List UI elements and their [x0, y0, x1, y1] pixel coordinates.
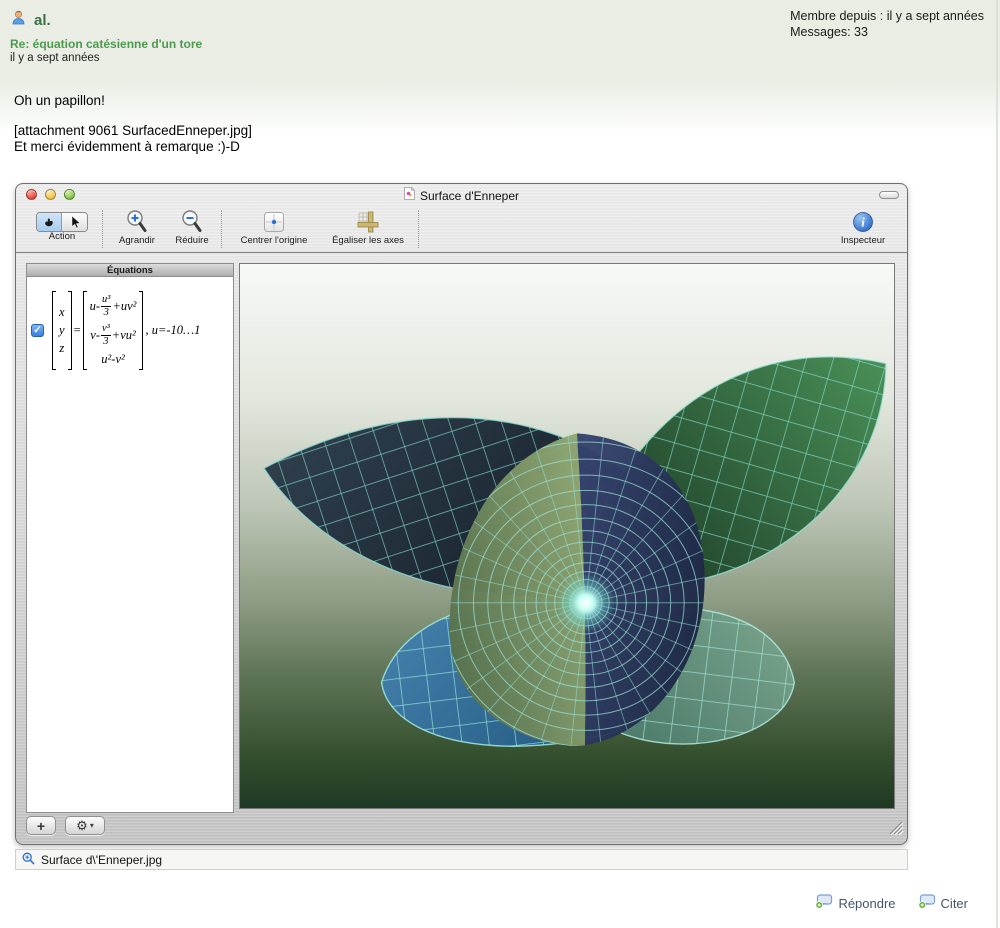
attachment-caption-text: Surface d\'Enneper.jpg [41, 853, 162, 867]
body-gap [14, 109, 252, 123]
matrix-row-3: u²-v² [101, 352, 124, 367]
add-equation-button[interactable]: + [26, 816, 56, 835]
plot-canvas[interactable] [239, 263, 895, 809]
gear-menu-button[interactable]: ⚙ ▾ [65, 816, 105, 835]
inspector-button[interactable]: i Inspecteur [831, 208, 895, 252]
post-body: Oh un papillon! [attachment 9061 Surface… [14, 93, 252, 155]
window-title: Surface d'Enneper [420, 189, 519, 203]
zoom-in-button[interactable]: Agrandir [107, 208, 167, 252]
window-content: Équations ✓ x y z = [16, 253, 907, 844]
window-titlebar[interactable]: Surface d'Enneper [16, 184, 907, 206]
equations-panel-header: Équations [27, 264, 233, 277]
svg-text:i: i [861, 215, 865, 230]
center-glow [556, 573, 616, 633]
quote-bubble-icon [918, 894, 936, 912]
equalize-axes-label: Égaliser les axes [332, 235, 404, 246]
action-label: Action [49, 231, 75, 242]
equals-sign: = [74, 323, 81, 338]
zoom-in-icon [125, 208, 149, 236]
equations-panel: Équations ✓ x y z = [26, 263, 234, 813]
zoom-in-label: Agrandir [119, 235, 155, 246]
user-avatar-icon [10, 9, 27, 31]
chevron-down-icon: ▾ [90, 821, 94, 830]
author-name[interactable]: al. [34, 12, 51, 29]
grapher-window: Surface d'Enneper [15, 183, 908, 845]
magnifier-icon [22, 852, 35, 868]
center-origin-button[interactable]: Centrer l'origine [226, 208, 322, 252]
window-resize-grip[interactable] [884, 816, 904, 841]
center-origin-icon [263, 208, 285, 236]
author-row: al. [10, 9, 51, 31]
equalize-axes-icon [356, 208, 380, 236]
toolbar-pill-button[interactable] [879, 191, 899, 199]
reply-label: Répondre [838, 896, 895, 911]
post-actions: Répondre Citer [815, 894, 968, 912]
bracket-right [139, 291, 143, 370]
inspector-label: Inspecteur [841, 235, 885, 246]
equation-math: x y z = u-u³3+uv² v-v³3+vu² [52, 291, 200, 370]
equation-checkbox[interactable]: ✓ [31, 324, 44, 337]
domain-text: , u=-10…1 [145, 323, 200, 338]
reply-bubble-icon [815, 894, 833, 912]
toolbar: Action Agrandir [16, 206, 907, 253]
equation-row[interactable]: ✓ x y z = u-u³3+uv² [27, 277, 233, 370]
member-since: Membre depuis : il y a sept années [790, 8, 984, 24]
body-line-2: [attachment 9061 SurfacedEnneper.jpg] [14, 123, 252, 139]
equalize-axes-button[interactable]: Égaliser les axes [322, 208, 414, 252]
reply-button[interactable]: Répondre [815, 894, 895, 912]
page-right-border [996, 0, 998, 928]
attachment-caption-bar[interactable]: Surface d\'Enneper.jpg [15, 849, 908, 870]
toolbar-separator [418, 210, 419, 248]
enneper-surface-plot [240, 264, 894, 808]
forum-page: al. Re: équation catésienne d'un tore il… [0, 0, 1000, 928]
post-meta: Membre depuis : il y a sept années Messa… [790, 8, 984, 40]
body-line-1: Oh un papillon! [14, 93, 252, 109]
action-tool-group: Action [26, 208, 98, 252]
matrix-row-1: u-u³3+uv² [90, 294, 137, 318]
vector-xyz: x y z [56, 303, 68, 358]
vector-z: z [59, 341, 65, 356]
post-title-link[interactable]: Re: équation catésienne d'un tore [10, 37, 202, 51]
hand-tool-icon[interactable] [37, 213, 62, 231]
vector-y: y [59, 323, 65, 338]
matrix-row-2: v-v³3+vu² [90, 323, 136, 347]
vector-x: x [59, 305, 65, 320]
quote-button[interactable]: Citer [918, 894, 968, 912]
gear-icon: ⚙ [76, 818, 88, 834]
toolbar-separator [221, 210, 222, 248]
window-title-wrap: Surface d'Enneper [16, 187, 907, 205]
inspector-icon: i [852, 208, 874, 236]
bracket-right [68, 291, 72, 370]
center-origin-label: Centrer l'origine [241, 235, 308, 246]
document-icon [404, 187, 415, 205]
matrix-rows: u-u³3+uv² v-v³3+vu² u²-v² [87, 291, 140, 370]
zoom-out-label: Réduire [175, 235, 208, 246]
zoom-out-icon [180, 208, 204, 236]
action-segmented-control [36, 212, 88, 232]
body-line-3: Et merci évidemment à remarque :)-D [14, 139, 252, 155]
arrow-tool-icon[interactable] [62, 213, 87, 231]
post-date: il y a sept années [10, 52, 100, 64]
toolbar-separator [102, 210, 103, 248]
quote-label: Citer [941, 896, 968, 911]
equation-list-actions: + ⚙ ▾ [26, 816, 105, 835]
message-count: Messages: 33 [790, 24, 984, 40]
zoom-out-button[interactable]: Réduire [167, 208, 217, 252]
